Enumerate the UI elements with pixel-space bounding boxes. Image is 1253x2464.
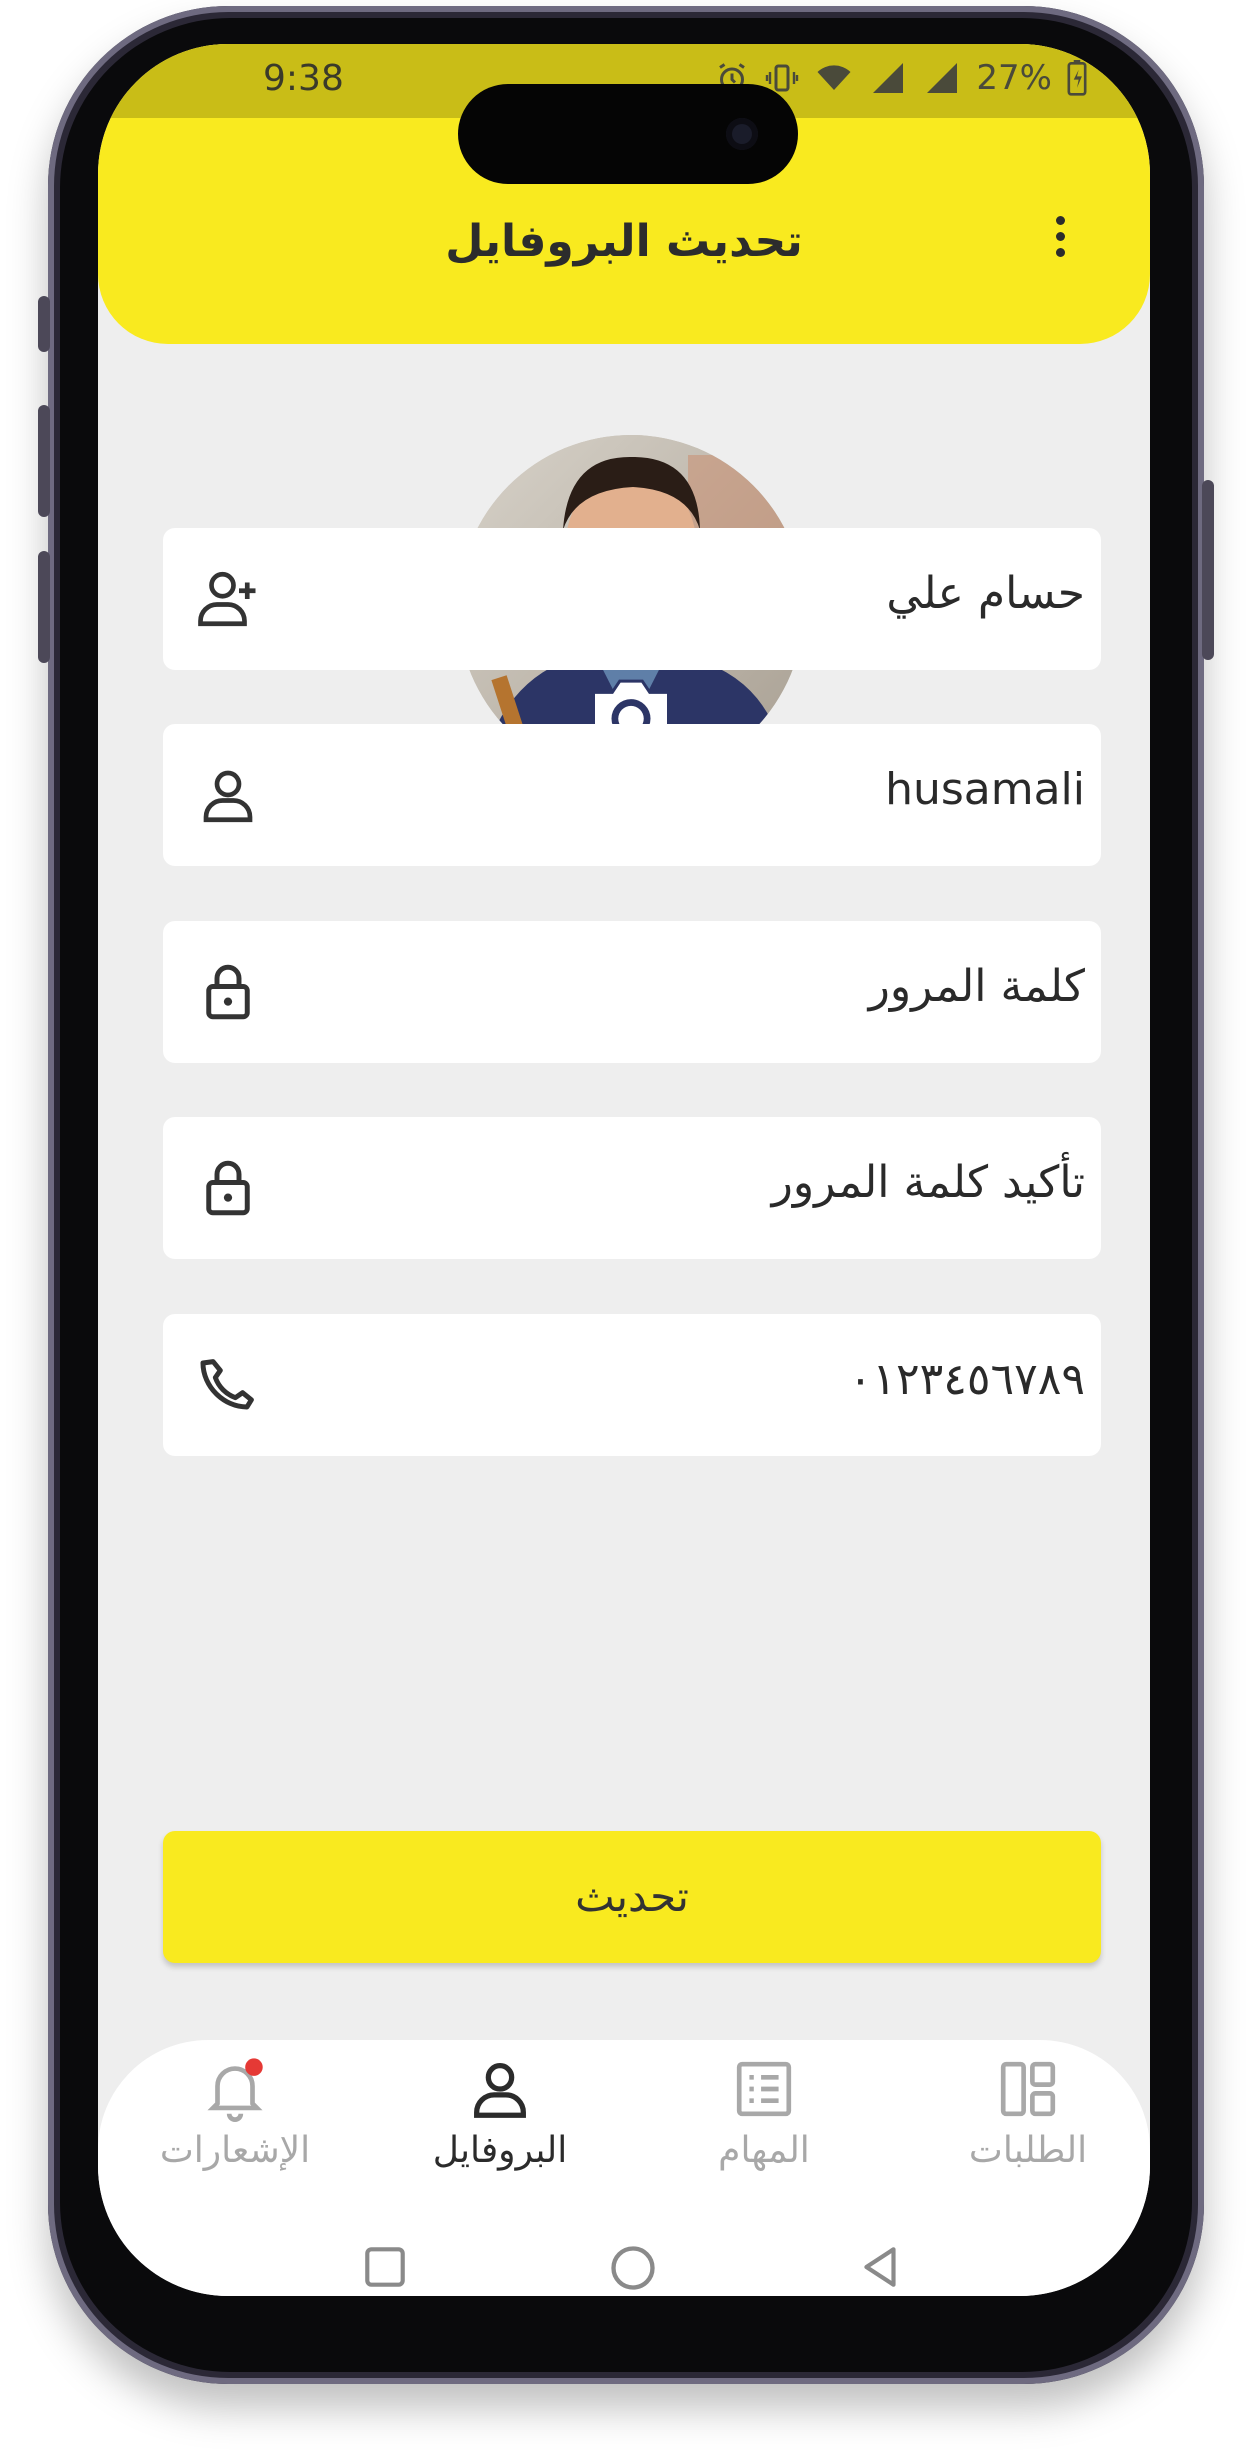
nav-item-notifications[interactable]: الإشعارات: [135, 2054, 335, 2171]
action-button: [38, 296, 50, 352]
person-icon: [203, 770, 253, 823]
nav-item-profile[interactable]: البروفايل: [400, 2054, 600, 2171]
lock-icon: [206, 1160, 250, 1216]
app-screen: 9:38 27% تحديث البروفايل حسام علي husama…: [98, 44, 1150, 2296]
more-vert-icon[interactable]: [1040, 206, 1080, 266]
dynamic-island: [458, 84, 798, 184]
person-add-icon: [198, 571, 256, 627]
battery-charging-icon: [1067, 60, 1087, 96]
signal-r-icon: [873, 63, 904, 93]
password-input[interactable]: كلمة المرور: [869, 961, 1085, 1012]
nav-item-tasks[interactable]: المهام: [664, 2054, 864, 2171]
power-button: [1202, 480, 1214, 660]
person-icon: [474, 2063, 526, 2118]
nav-label-profile: البروفايل: [432, 2130, 568, 2171]
phone-icon: [200, 1359, 254, 1410]
triangle-back-icon[interactable]: [856, 2242, 906, 2292]
signal-icon: [927, 63, 958, 93]
dashboard-icon: [1000, 2061, 1056, 2117]
phone-field[interactable]: ٠١٢٣٤٥٦٧٨٩: [163, 1314, 1101, 1456]
full-name-input[interactable]: حسام علي: [886, 568, 1085, 619]
page-title: تحديث البروفايل: [445, 216, 803, 267]
nav-label-tasks: المهام: [718, 2130, 810, 2171]
circle-icon[interactable]: [607, 2242, 659, 2294]
full-name-field[interactable]: حسام علي: [163, 528, 1101, 670]
app-header: 9:38 27% تحديث البروفايل: [98, 44, 1150, 344]
system-nav-bar: [98, 2242, 1150, 2296]
lock-icon: [206, 964, 250, 1020]
volume-up-button: [38, 405, 50, 517]
nav-label-notifications: الإشعارات: [159, 2130, 311, 2171]
nav-item-orders[interactable]: الطلبات: [928, 2054, 1128, 2171]
update-button[interactable]: تحديث: [163, 1831, 1101, 1963]
volume-down-button: [38, 551, 50, 663]
username-input[interactable]: husamali: [885, 764, 1085, 815]
square-icon[interactable]: [360, 2242, 410, 2292]
confirm-password-input[interactable]: تأكيد كلمة المرور: [772, 1157, 1085, 1208]
confirm-password-field[interactable]: تأكيد كلمة المرور: [163, 1117, 1101, 1259]
status-time: 9:38: [263, 58, 344, 99]
battery-percent: 27%: [976, 58, 1052, 98]
wifi-icon: [817, 65, 851, 90]
list-icon: [736, 2061, 792, 2117]
password-field[interactable]: كلمة المرور: [163, 921, 1101, 1063]
front-camera: [726, 118, 758, 150]
nav-label-orders: الطلبات: [968, 2130, 1088, 2171]
phone-input[interactable]: ٠١٢٣٤٥٦٧٨٩: [849, 1354, 1085, 1405]
bell-icon: [207, 2058, 263, 2122]
username-field[interactable]: husamali: [163, 724, 1101, 866]
